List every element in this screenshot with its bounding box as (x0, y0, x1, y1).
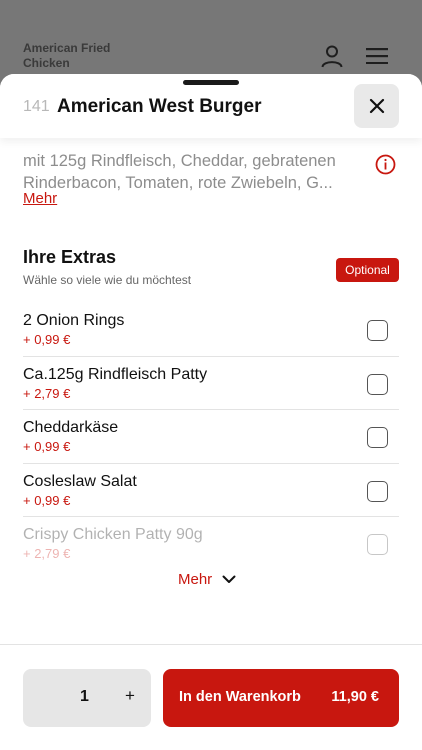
product-detail-sheet: 141 American West Burger mit 125g Rindfl… (0, 74, 422, 750)
extra-option-price: + 0,99 € (23, 439, 71, 454)
extra-option-checkbox[interactable] (367, 320, 388, 341)
item-number: 141 (23, 98, 50, 115)
close-button[interactable] (354, 84, 399, 128)
extra-option-price: + 0,99 € (23, 492, 71, 508)
extra-option-price: + 2,79 € (23, 385, 71, 401)
optional-badge: Optional (336, 258, 399, 282)
extra-option-price: + 0,99 € (23, 332, 71, 347)
restaurant-name: American Fried Chicken (23, 41, 111, 70)
sheet-grabber-handle[interactable] (183, 80, 239, 85)
info-circle-icon[interactable] (375, 154, 396, 175)
quantity-value: 1 (80, 688, 89, 705)
chevron-down-icon (222, 575, 236, 583)
extra-option-checkbox[interactable] (367, 480, 388, 502)
extra-option-checkbox[interactable] (367, 534, 388, 555)
extras-subtitle: Wähle so viele wie du möchtest (23, 273, 192, 287)
sheet-footer: 1 + In den Warenkorb 11,90 € (0, 644, 422, 750)
extra-option-row[interactable]: Cheddarkäse + 0,99 € (23, 410, 399, 464)
extra-option-name: 2 Onion Rings (23, 312, 125, 329)
item-description: mit 125g Rindfleisch, Cheddar, gebratene… (23, 150, 373, 194)
add-to-cart-label: In den Warenkorb (179, 689, 301, 705)
add-to-cart-price: 11,90 € (331, 689, 379, 705)
extras-title: Ihre Extras (23, 247, 117, 267)
description-more-link[interactable]: Mehr (23, 190, 57, 207)
hamburger-menu-icon[interactable] (366, 48, 388, 64)
extra-option-name: Cheddarkäse (23, 419, 119, 436)
extra-option-name: Ca.125g Rindfleisch Patty (23, 365, 208, 383)
item-title: American West Burger (57, 96, 262, 117)
extra-option-row[interactable]: Crispy Chicken Patty 90g + 2,79 € (23, 517, 399, 571)
user-icon[interactable] (320, 44, 344, 68)
extra-option-row[interactable]: 2 Onion Rings + 0,99 € (23, 303, 399, 357)
extra-option-row[interactable]: Cosleslaw Salat + 0,99 € (23, 464, 399, 517)
close-icon (369, 98, 384, 114)
extra-option-checkbox[interactable] (367, 427, 388, 448)
extra-option-price: + 2,79 € (23, 546, 71, 561)
extra-option-checkbox[interactable] (367, 373, 388, 395)
show-more-extras-button[interactable]: Mehr (178, 571, 236, 588)
extra-option-name: Cosleslaw Salat (23, 472, 137, 490)
extras-list: 2 Onion Rings + 0,99 € Ca.125g Rindfleis… (23, 303, 399, 571)
item-description-text: mit 125g Rindfleisch, Cheddar, gebratene… (23, 152, 336, 192)
add-to-cart-button[interactable]: In den Warenkorb 11,90 € (163, 669, 399, 727)
extra-option-name: Crispy Chicken Patty 90g (23, 526, 203, 543)
extra-option-row[interactable]: Ca.125g Rindfleisch Patty + 2,79 € (23, 357, 399, 410)
sheet-header: 141 American West Burger (0, 74, 422, 138)
quantity-plus-button[interactable]: + (120, 686, 140, 708)
quantity-stepper: 1 + (23, 669, 151, 727)
show-more-label: Mehr (178, 571, 213, 588)
